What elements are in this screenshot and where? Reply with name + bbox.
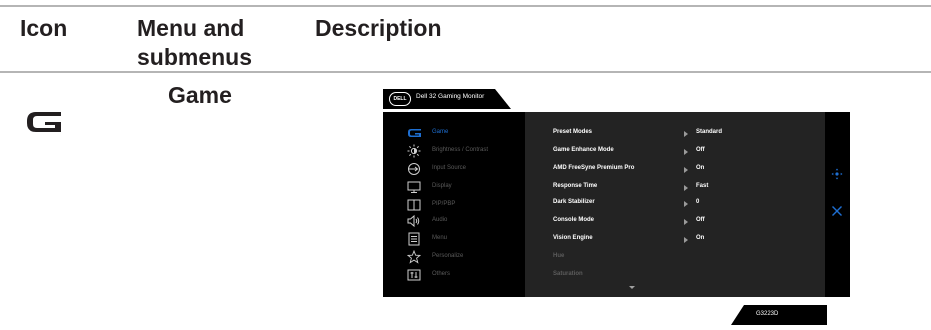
osd-menu-item-others[interactable]: Others xyxy=(383,268,525,282)
osd-menu-label: Menu xyxy=(432,235,448,241)
row-label: Saturation xyxy=(553,271,583,277)
osd-menu-label: Personalize xyxy=(432,253,464,259)
osd-menu-label: Display xyxy=(432,183,452,189)
row-value: 0 xyxy=(696,199,700,205)
row-label: AMD FreeSyne Premium Pro xyxy=(553,165,635,171)
osd-menu-label: PIP/PBP xyxy=(432,201,456,207)
chevron-right-icon xyxy=(684,219,688,225)
header-menu-and: Menu and xyxy=(137,15,245,41)
model-tab: G3223D xyxy=(731,305,827,325)
row-value: On xyxy=(696,165,705,171)
others-icon xyxy=(407,269,421,281)
brightness-icon xyxy=(407,144,421,158)
submenu-row-game-enhance-mode[interactable]: Game Enhance Mode Off xyxy=(525,146,825,158)
display-icon xyxy=(407,181,421,193)
chevron-right-icon xyxy=(684,201,688,207)
submenu-row-console-mode[interactable]: Console Mode Off xyxy=(525,216,825,228)
chevron-right-icon xyxy=(684,149,688,155)
osd-menu-label: Audio xyxy=(432,217,448,223)
row-label: Preset Modes xyxy=(553,129,593,135)
osd-menu-item-audio[interactable]: Audio xyxy=(383,214,525,228)
row-label: Response Time xyxy=(553,183,598,189)
joystick-navigate-icon[interactable] xyxy=(831,168,843,180)
osd-menu-item-input-source[interactable]: Input Source xyxy=(383,162,525,176)
osd-menu-item-menu[interactable]: Menu xyxy=(383,232,525,246)
header-description: Description xyxy=(315,15,442,41)
submenu-row-preset-modes[interactable]: Preset Modes Standard xyxy=(525,128,825,140)
scroll-down-icon[interactable] xyxy=(629,286,635,289)
row-value: Off xyxy=(696,217,705,223)
osd-menu-item-brightness[interactable]: Brightness / Contrast xyxy=(383,144,525,158)
row-label: Game Enhance Mode xyxy=(553,147,614,153)
header-icon: Icon xyxy=(20,15,68,41)
model-number: G3223D xyxy=(756,311,779,317)
header-submenus: submenus xyxy=(137,44,253,70)
osd-menu: DELL Dell 32 Gaming Monitor Game Brightn… xyxy=(383,89,850,297)
game-icon xyxy=(27,112,61,132)
row-value: Off xyxy=(696,147,705,153)
chevron-right-icon xyxy=(684,185,688,191)
osd-menu-item-game[interactable]: Game xyxy=(383,126,525,140)
submenu-row-dark-stabilizer[interactable]: Dark Stabilizer 0 xyxy=(525,198,825,210)
osd-menu-label: Input Source xyxy=(432,165,467,171)
osd-nav-panel xyxy=(825,112,850,297)
submenu-row-vision-engine[interactable]: Vision Engine On xyxy=(525,234,825,246)
close-icon[interactable] xyxy=(831,205,843,217)
chevron-right-icon xyxy=(684,237,688,243)
row-label: Dark Stabilizer xyxy=(553,199,595,205)
game-icon xyxy=(408,129,421,137)
osd-menu-label: Others xyxy=(432,271,451,277)
row-value: On xyxy=(696,235,705,241)
osd-menu-label: Brightness / Contrast xyxy=(432,147,489,153)
row-value: Fast xyxy=(696,183,709,189)
dell-logo: DELL xyxy=(389,92,411,106)
osd-menu-label: Game xyxy=(432,129,449,135)
row-label: Hue xyxy=(553,253,565,259)
submenu-row-response-time[interactable]: Response Time Fast xyxy=(525,182,825,194)
row-value: Standard xyxy=(696,129,723,135)
row-label: Vision Engine xyxy=(553,235,593,241)
audio-icon xyxy=(407,214,420,228)
input-source-icon xyxy=(408,163,420,175)
osd-menu-item-personalize[interactable]: Personalize xyxy=(383,250,525,264)
game-menu-title: Game xyxy=(168,82,232,108)
star-icon xyxy=(407,250,421,264)
osd-title-tab: DELL Dell 32 Gaming Monitor xyxy=(383,89,511,109)
osd-title: Dell 32 Gaming Monitor xyxy=(416,93,485,100)
row-label: Console Mode xyxy=(553,217,595,223)
top-rule xyxy=(0,5,931,7)
chevron-right-icon xyxy=(684,131,688,137)
submenu-row-amd-freesync[interactable]: AMD FreeSyne Premium Pro On xyxy=(525,164,825,176)
menu-icon xyxy=(408,232,420,246)
submenu-row-hue: Hue xyxy=(525,252,825,264)
submenu-row-saturation: Saturation xyxy=(525,270,825,282)
header-rule xyxy=(0,71,931,73)
osd-left-menu: Game Brightness / Contrast Input Source … xyxy=(383,112,525,297)
osd-menu-item-display[interactable]: Display xyxy=(383,180,525,194)
osd-menu-item-pip-pbp[interactable]: PIP/PBP xyxy=(383,198,525,212)
chevron-right-icon xyxy=(684,167,688,173)
pip-pbp-icon xyxy=(407,199,421,211)
osd-submenu-panel: Preset Modes Standard Game Enhance Mode … xyxy=(525,112,825,297)
